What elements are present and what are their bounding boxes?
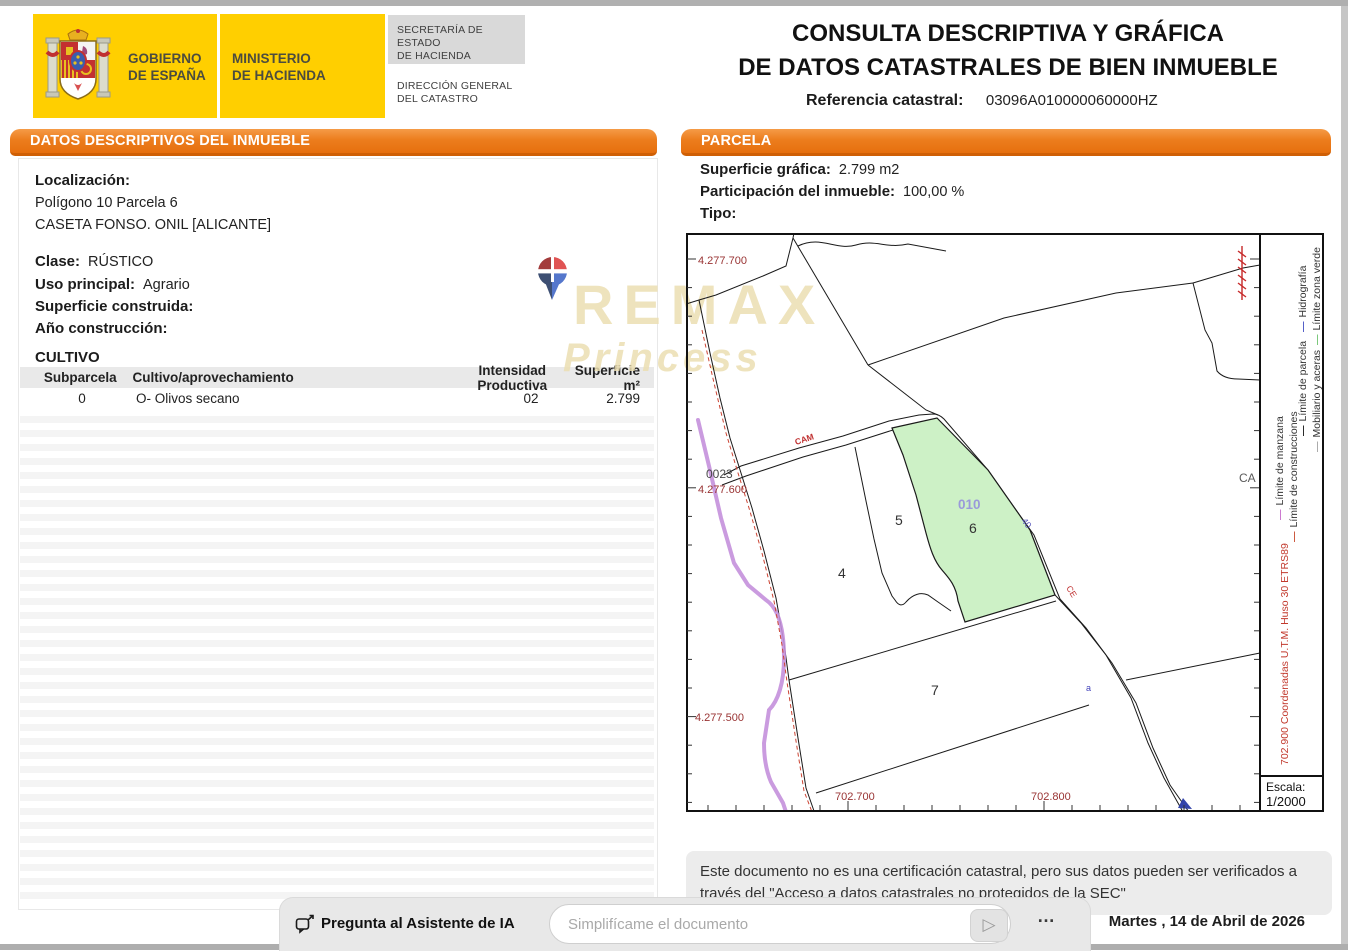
parcel-4-label: 4 <box>838 565 846 581</box>
ai-assistant-bar: Pregunta al Asistente de IA ▷ … <box>279 897 1091 951</box>
legend-hidrografia: —Hidrografía <box>1297 266 1309 332</box>
cultivo-title: CULTIVO <box>35 349 100 366</box>
uso-row: Uso principal:Agrario <box>35 276 190 294</box>
coord-y2: 4.277.600 <box>698 484 747 496</box>
localizacion-line1: Polígono 10 Parcela 6 <box>35 195 178 211</box>
page-top-edge <box>0 0 1348 6</box>
referencia-catastral-row: Referencia catastral: 03096A010000060000… <box>806 92 1158 110</box>
more-options-button[interactable]: … <box>1037 906 1056 927</box>
superficie-row: Superficie construida: <box>35 298 201 316</box>
legend-limite-construcciones: —Límite de construcciones <box>1288 411 1300 542</box>
coord-x1: 702.700 <box>835 791 875 803</box>
coord-y1: 4.277.700 <box>698 255 747 267</box>
parcel-7-label: 7 <box>931 682 939 698</box>
direccion-general-label: DIRECCIÓN GENERALDEL CATASTRO <box>397 80 512 106</box>
spain-coat-of-arms-icon <box>45 28 111 106</box>
legend-zona-verde: —Límite zona verde <box>1311 247 1323 345</box>
ai-prompt-input[interactable] <box>549 904 1011 944</box>
localizacion-label: Localización: <box>35 172 130 189</box>
remax-pin-icon <box>536 256 569 303</box>
cultivo-table: Subparcela Cultivo/aprovechamiento Inten… <box>20 367 654 409</box>
empty-table-rows <box>20 409 654 906</box>
participacion-row: Participación del inmueble:100,00 % <box>700 183 964 201</box>
legend-mobiliario: —Mobiliario y aceras <box>1311 350 1323 452</box>
legend-limite-manzana: —Límite de manzana <box>1274 416 1286 520</box>
cultivo-table-header: Subparcela Cultivo/aprovechamiento Inten… <box>20 367 654 388</box>
parcel-6-label: 6 <box>969 520 977 536</box>
road-label-2: CE <box>1064 584 1079 600</box>
page-right-edge <box>1341 6 1348 944</box>
logo-divider <box>217 14 220 118</box>
gobierno-espana-label: GOBIERNODE ESPAÑA <box>128 50 206 84</box>
left-panel-header-bar: DATOS DESCRIPTIVOS DEL INMUEBLE <box>10 129 657 156</box>
cadastral-map-drawing: a 4.277.700 4.277.600 4.277.500 702.700 … <box>686 233 1324 812</box>
parcel-5-label: 5 <box>895 512 903 528</box>
clase-row: Clase:RÚSTICO <box>35 253 153 271</box>
referencia-label: Referencia catastral: <box>806 92 963 109</box>
escala-label: Escala: <box>1266 780 1305 794</box>
highlight-code-label: 010 <box>958 497 981 512</box>
tipo-row: Tipo: <box>700 205 744 223</box>
left-panel-title: DATOS DESCRIPTIVOS DEL INMUEBLE <box>10 129 657 149</box>
utm-coords-label: 702.900 Coordenadas U.T.M. Huso 30 ETRS8… <box>1279 543 1291 765</box>
cultivo-table-row: 0 O- Olivos secano 02 2.799 <box>20 388 654 409</box>
anio-row: Año construcción: <box>35 320 176 338</box>
government-logo-block: GOBIERNODE ESPAÑA MINISTERIODE HACIENDA <box>33 14 385 118</box>
document-title-line2: DE DATOS CATASTRALES DE BIEN INMUEBLE <box>688 54 1328 82</box>
send-button[interactable]: ▷ <box>970 909 1008 942</box>
document-title-line1: CONSULTA DESCRIPTIVA Y GRÁFICA <box>688 20 1328 48</box>
secretaria-box: SECRETARÍA DE ESTADODE HACIENDA <box>388 15 525 64</box>
localizacion-line2: CASETA FONSO. ONIL [ALICANTE] <box>35 217 271 233</box>
ai-chat-icon <box>295 914 315 934</box>
ai-assistant-label: Pregunta al Asistente de IA <box>321 915 515 932</box>
referencia-value: 03096A010000060000HZ <box>986 92 1158 109</box>
coord-y3: 4.277.500 <box>695 712 744 724</box>
superficie-grafica-row: Superficie gráfica:2.799 m2 <box>700 161 899 179</box>
block-code-label: 0023 <box>706 467 733 481</box>
document-date: Martes , 14 de Abril de 2026 <box>1100 913 1305 930</box>
right-panel-header-bar: PARCELA <box>681 129 1331 156</box>
svg-text:a: a <box>1086 683 1091 693</box>
right-panel-title: PARCELA <box>681 129 1331 149</box>
coord-x2: 702.800 <box>1031 791 1071 803</box>
ministerio-hacienda-label: MINISTERIODE HACIENDA <box>232 50 326 84</box>
escala-value: 1/2000 <box>1266 794 1306 809</box>
corner-label: CA <box>1239 471 1256 485</box>
